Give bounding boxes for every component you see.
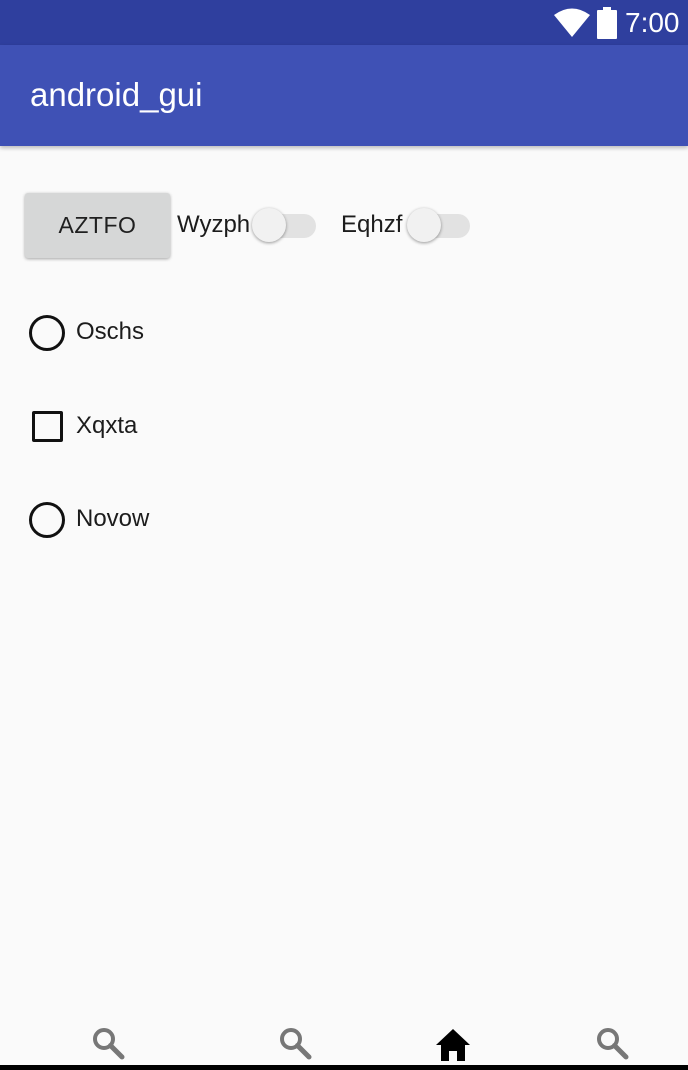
radio-novow-circle <box>29 502 65 538</box>
status-bar: 7:00 <box>0 0 688 45</box>
switch-wyzph-thumb <box>252 208 286 242</box>
switch-eqhzf-label: Eqhzf <box>341 211 403 238</box>
switch-wyzph-label: Wyzph <box>177 211 251 238</box>
checkbox-xqxta-box <box>32 411 63 442</box>
status-time: 7:00 <box>625 7 680 38</box>
bottom-edge <box>0 1065 688 1070</box>
aztfo-button[interactable]: AZTFO <box>25 193 170 258</box>
app-screen: 7:00 android_gui AZTFO Wyzph Eqhzf Oschs… <box>0 0 688 1070</box>
search-icon[interactable] <box>90 1025 126 1061</box>
home-icon[interactable] <box>435 1027 471 1063</box>
radio-oschs-circle <box>29 315 65 351</box>
radio-oschs-label: Oschs <box>76 318 145 345</box>
battery-icon <box>597 7 617 39</box>
search-icon[interactable] <box>277 1025 313 1061</box>
search-icon[interactable] <box>594 1025 630 1061</box>
switch-eqhzf-thumb <box>407 208 441 242</box>
checkbox-xqxta-label: Xqxta <box>76 412 138 439</box>
app-title: android_gui <box>30 76 203 113</box>
wifi-icon <box>554 8 590 37</box>
app-bar: android_gui <box>0 45 688 146</box>
radio-novow-label: Novow <box>76 505 150 532</box>
